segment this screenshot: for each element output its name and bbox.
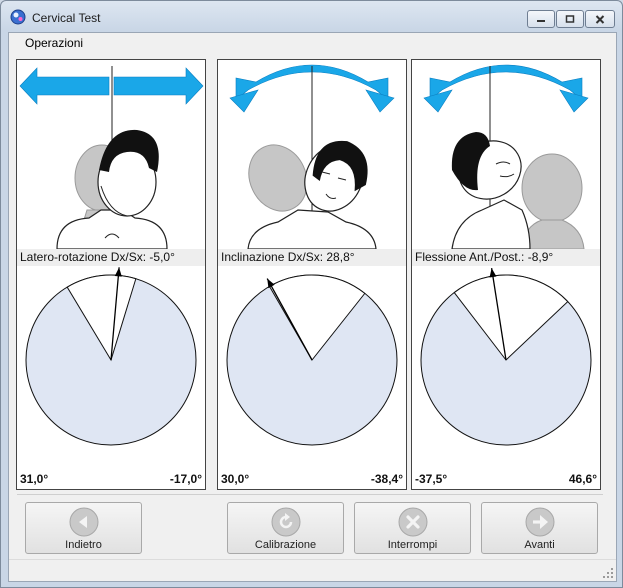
minimize-button[interactable] [527, 10, 555, 28]
minimize-icon [537, 20, 545, 22]
tilt-range-left: 30,0° [221, 472, 250, 486]
indietro-button[interactable]: Indietro [25, 502, 142, 554]
tilt-range-right: -38,4° [370, 472, 403, 486]
title-bar[interactable]: Cervical Test [1, 1, 622, 31]
gauge-needle-arrowhead [114, 267, 122, 277]
maximize-icon [565, 15, 575, 23]
close-button[interactable] [585, 10, 615, 28]
gauge-needle-arrowhead [489, 268, 497, 278]
head-flexion-icon [423, 64, 589, 249]
menu-operazioni[interactable]: Operazioni [25, 36, 83, 50]
rotation-range-left: 31,0° [20, 472, 49, 486]
window-title: Cervical Test [32, 11, 101, 25]
client-area: Operazioni Latero-rotazione Dx/Sx: -5,0°… [8, 32, 617, 582]
tilt-measure-label: Inclinazione Dx/Sx: 28,8° [218, 249, 406, 266]
maximize-button[interactable] [556, 10, 584, 28]
calibrazione-button[interactable]: Calibrazione [227, 502, 344, 554]
flexion-gauge [420, 268, 592, 446]
stop-x-icon [398, 507, 428, 537]
rotation-measure-label: Latero-rotazione Dx/Sx: -5,0° [17, 249, 205, 266]
calibrazione-label: Calibrazione [254, 539, 317, 551]
rotation-panel: Latero-rotazione Dx/Sx: -5,0° 31,0° -17,… [16, 59, 206, 490]
tilt-panel: Inclinazione Dx/Sx: 28,8° 30,0° -38,4° [217, 59, 407, 490]
status-bar [9, 559, 616, 581]
avanti-button[interactable]: Avanti [481, 502, 598, 554]
flexion-range-right: 46,6° [568, 472, 597, 486]
indietro-label: Indietro [65, 539, 102, 551]
rotation-range-right: -17,0° [169, 472, 202, 486]
resize-grip-icon[interactable] [602, 567, 614, 579]
head-rotation-icon [19, 66, 204, 249]
cervical-app-icon [10, 9, 26, 25]
back-arrow-icon [69, 507, 99, 537]
curved-double-arrow-icon [423, 64, 589, 113]
button-row-separator [17, 494, 603, 495]
rotation-gauge [25, 267, 197, 446]
tilt-gauge [226, 274, 398, 446]
interrompi-label: Interrompi [387, 539, 438, 551]
flexion-panel: Flessione Ant./Post.: -8,9° -37,5° 46,6° [411, 59, 601, 490]
avanti-label: Avanti [524, 539, 555, 551]
app-window: Cervical Test Operazioni Latero-rotazion… [0, 0, 623, 588]
menu-bar: Operazioni [9, 33, 616, 53]
interrompi-button[interactable]: Interrompi [354, 502, 471, 554]
close-icon [595, 14, 605, 24]
head-tilt-icon [229, 64, 395, 249]
flexion-measure-label: Flessione Ant./Post.: -8,9° [412, 249, 600, 266]
forward-arrow-icon [525, 507, 555, 537]
flexion-range-left: -37,5° [415, 472, 448, 486]
refresh-icon [271, 507, 301, 537]
